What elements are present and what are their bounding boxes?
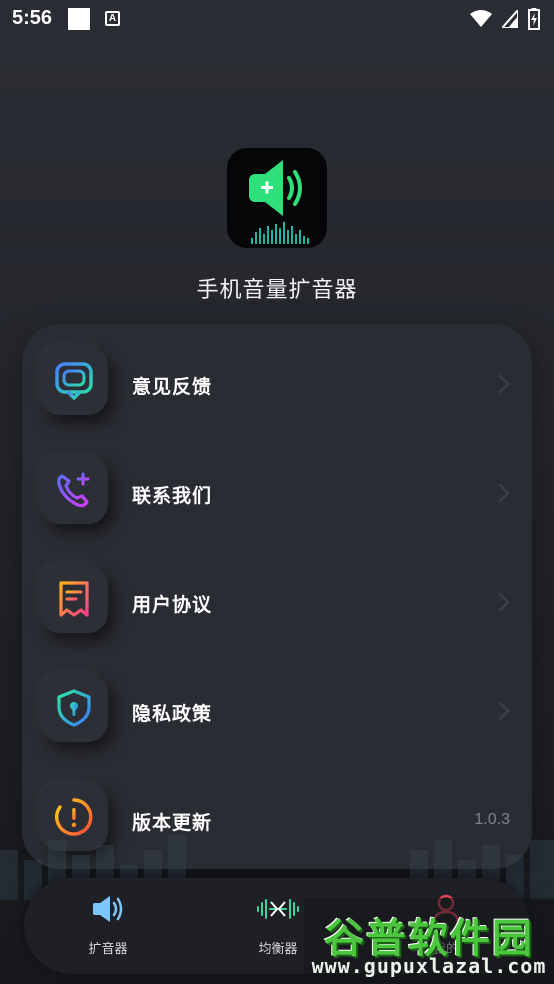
menu-item-feedback[interactable]: 意见反馈 [22,332,532,422]
nav-label-amplifier: 扩音器 [88,942,128,957]
settings-menu-card: 意见反馈 联系我们 用户协议 隐私政策 版本更新 1.0.3 [22,324,532,869]
menu-label-privacy-policy: 隐私政策 [132,703,213,725]
status-time: 5:56 [12,7,53,29]
app-name: 手机音量扩音器 [196,278,358,303]
site-watermark: 谷普软件园 www.gupuxlazal.com [304,898,554,982]
keyboard-a-icon: A [105,11,120,26]
shield-keyhole-icon [57,689,91,727]
status-bar: 5:56 A [0,0,554,38]
wifi-icon [470,10,492,27]
watermark-url: www.gupuxlazal.com [311,954,547,978]
menu-item-contact-us[interactable]: 联系我们 [22,441,532,531]
speaker-icon [93,896,123,922]
battery-icon [528,8,540,30]
chevron-right-icon [498,701,510,721]
chevron-right-icon [498,374,510,394]
equalizer-icon [257,899,299,919]
menu-label-feedback: 意见反馈 [132,376,213,398]
menu-icon-tile [40,347,108,415]
feedback-icon [55,362,93,400]
chevron-right-icon [498,483,510,503]
menu-icon-tile [40,565,108,633]
nav-tab-amplifier[interactable]: 扩音器 [48,892,168,962]
menu-item-user-agreement[interactable]: 用户协议 [22,550,532,640]
menu-icon-tile [40,674,108,742]
menu-icon-tile [40,456,108,524]
document-icon [59,581,89,617]
chevron-right-icon [498,592,510,612]
menu-item-privacy-policy[interactable]: 隐私政策 [22,659,532,749]
app-logo-icon [227,148,327,248]
menu-label-contact-us: 联系我们 [132,485,213,507]
menu-label-user-agreement: 用户协议 [132,594,213,616]
notification-icon [68,8,90,30]
signal-icon [502,10,518,28]
phone-contact-icon [57,472,90,508]
status-icons [470,8,540,30]
